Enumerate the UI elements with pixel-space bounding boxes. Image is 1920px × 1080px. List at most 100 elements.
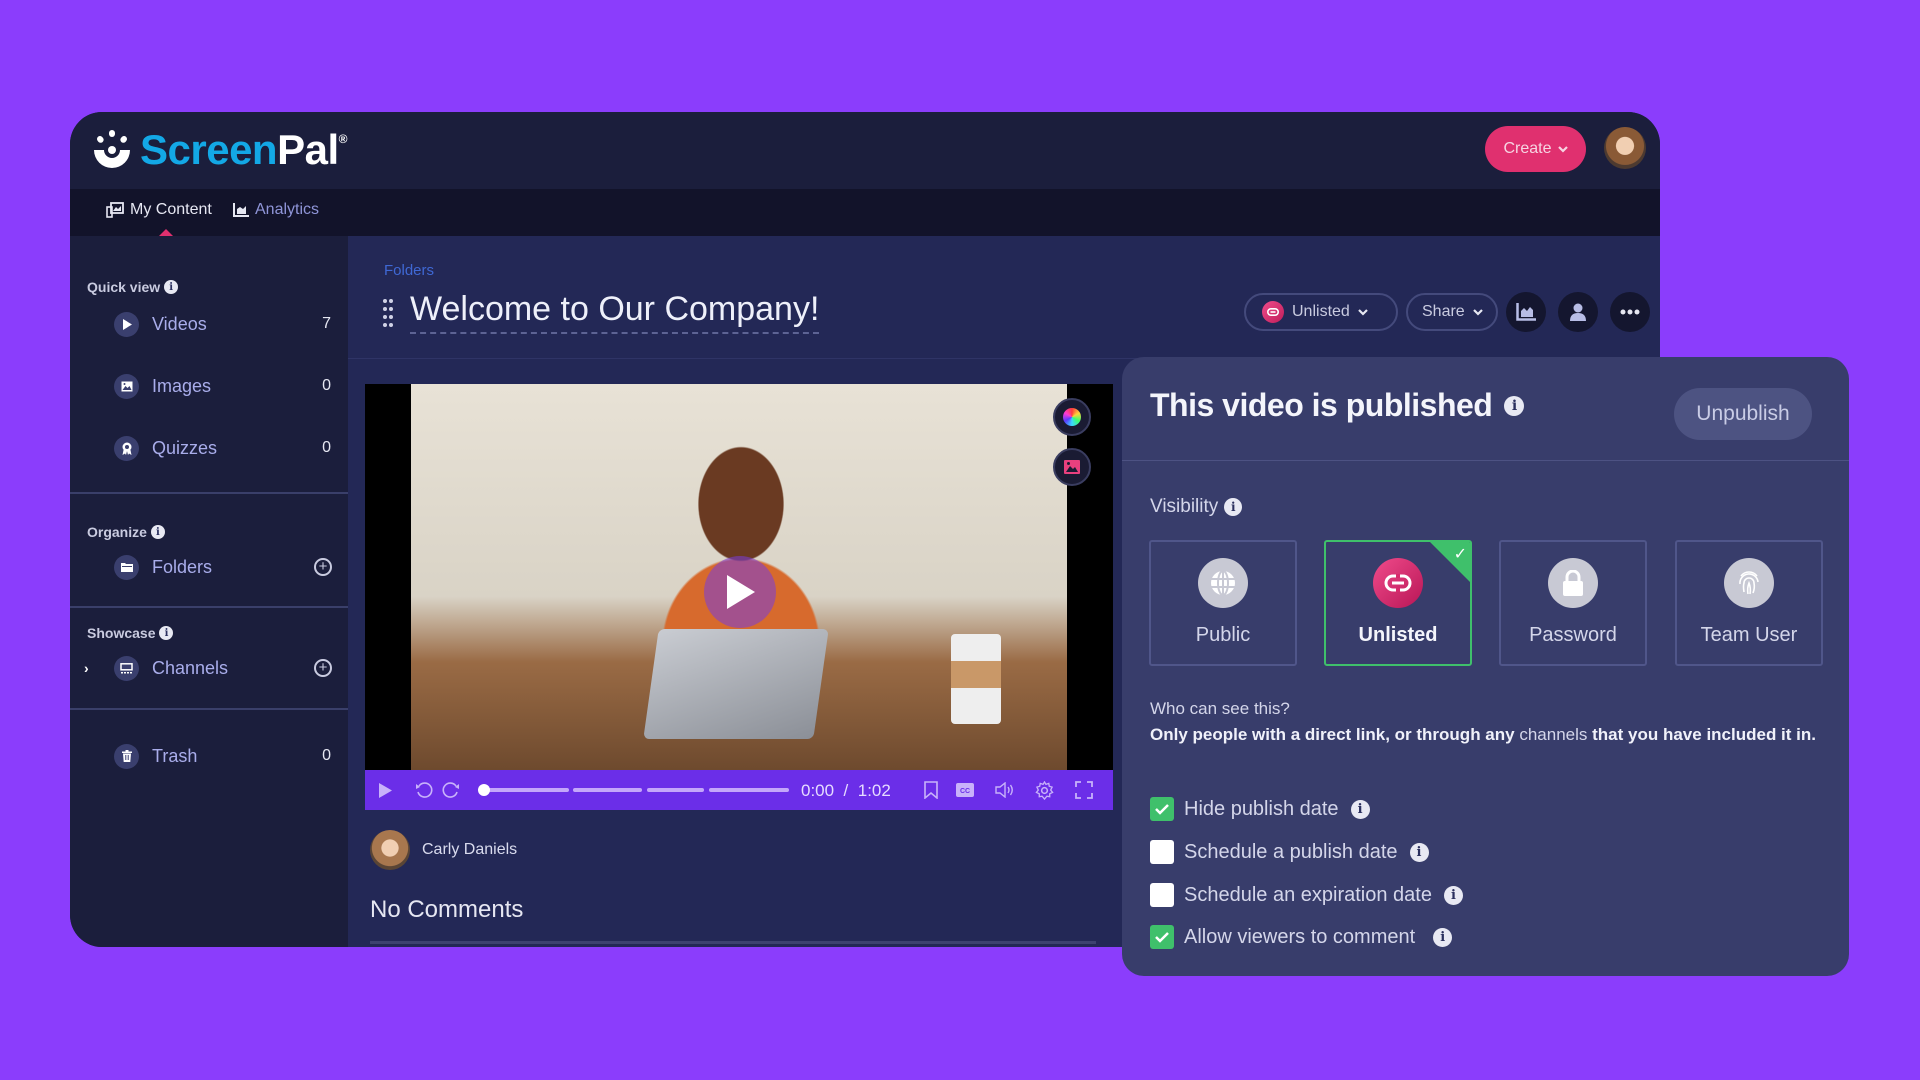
link-icon (1373, 558, 1423, 608)
play-button[interactable] (373, 770, 397, 810)
duration: 1:02 (857, 781, 891, 800)
sidebar-item-label: Quizzes (152, 437, 218, 458)
play-overlay-button[interactable] (704, 556, 776, 628)
user-icon (1570, 303, 1586, 321)
channels-link[interactable]: channels (1519, 725, 1587, 744)
user-avatar[interactable] (1604, 127, 1646, 169)
tab-my-content[interactable]: My Content (106, 201, 212, 219)
drag-handle-icon[interactable] (382, 298, 394, 328)
info-icon[interactable]: i (1350, 799, 1370, 819)
sidebar-item-quizzes[interactable]: Quizzes 0 (70, 428, 348, 468)
tab-analytics[interactable]: Analytics (233, 201, 319, 219)
info-icon[interactable]: i (1224, 498, 1243, 516)
chapter-segment (573, 788, 642, 792)
visibility-option-password[interactable]: Password (1499, 540, 1647, 666)
main-nav: My Content Analytics (70, 189, 1660, 237)
color-adjust-button[interactable] (1053, 398, 1091, 436)
volume-button[interactable] (993, 770, 1017, 810)
chevron-right-icon[interactable]: › (84, 660, 89, 676)
video-title[interactable]: Welcome to Our Company! (410, 290, 820, 334)
sidebar-item-label: Videos (152, 313, 207, 334)
add-folder-button[interactable]: + (314, 558, 332, 576)
allow-comments-checkbox[interactable] (1150, 925, 1174, 949)
sidebar-item-trash[interactable]: Trash 0 (70, 736, 348, 776)
option-label: Schedule a publish date (1184, 840, 1398, 863)
seek-bar[interactable] (478, 784, 789, 796)
my-content-icon (106, 202, 124, 218)
option-label: Password (1529, 624, 1617, 646)
more-icon (1620, 309, 1640, 315)
user-permissions-button[interactable] (1558, 292, 1598, 332)
option-label: Allow viewers to comment (1184, 925, 1416, 948)
author-avatar (370, 830, 410, 870)
thumbnail-button[interactable] (1053, 448, 1091, 486)
sidebar-item-label: Channels (152, 657, 229, 678)
sidebar: Quick view i Videos 7 Images 0 Quizzes 0… (70, 236, 348, 947)
visibility-dropdown[interactable]: Unlisted (1244, 293, 1398, 331)
more-options-button[interactable] (1610, 292, 1650, 332)
schedule-publish-date-checkbox[interactable] (1150, 840, 1174, 864)
panel-divider (1122, 460, 1849, 461)
player-controls: 0:00 / 1:02 CC (365, 770, 1113, 810)
sidebar-item-folders[interactable]: Folders + (70, 547, 348, 587)
share-dropdown[interactable]: Share (1406, 293, 1498, 331)
answer-text: that you have included it in. (1592, 725, 1816, 744)
rewind-button[interactable] (413, 770, 435, 810)
visibility-option-team-user[interactable]: Team User (1675, 540, 1823, 666)
section-title: Organize (87, 524, 147, 540)
svg-text:CC: CC (960, 788, 970, 795)
info-icon[interactable]: i (150, 525, 165, 539)
hide-publish-date-option[interactable]: Hide publish date i (1150, 797, 1370, 821)
time-separator: / (843, 781, 849, 800)
info-icon[interactable]: i (1504, 395, 1525, 416)
bookmark-icon (924, 781, 938, 799)
info-icon[interactable]: i (164, 280, 179, 294)
sidebar-item-videos[interactable]: Videos 7 (70, 304, 348, 344)
thumbnail-cup (951, 634, 1001, 724)
time-display: 0:00 / 1:02 (801, 781, 891, 801)
analytics-button[interactable] (1506, 292, 1546, 332)
chapter-segment (482, 788, 569, 792)
fingerprint-icon (1724, 558, 1774, 608)
unpublish-button[interactable]: Unpublish (1674, 388, 1812, 440)
checkmark-icon (1155, 932, 1169, 943)
add-channel-button[interactable]: + (314, 659, 332, 677)
info-icon[interactable]: i (1433, 927, 1453, 947)
seek-handle[interactable] (478, 784, 490, 796)
breadcrumb-folders[interactable]: Folders (384, 262, 434, 279)
analytics-icon (1516, 303, 1536, 321)
sidebar-item-images[interactable]: Images 0 (70, 366, 348, 406)
who-can-see-question: Who can see this? (1150, 699, 1290, 718)
captions-button[interactable]: CC (953, 770, 977, 810)
author-name: Carly Daniels (422, 841, 518, 858)
video-player[interactable] (365, 384, 1113, 770)
author: Carly Daniels (370, 830, 517, 870)
comments-heading: No Comments (370, 896, 524, 923)
sidebar-item-label: Folders (152, 556, 213, 577)
fullscreen-button[interactable] (1072, 770, 1096, 810)
channels-icon (114, 655, 139, 681)
logo[interactable]: ScreenPal® (90, 126, 348, 174)
rewind-icon (416, 782, 433, 798)
visibility-option-public[interactable]: Public (1149, 540, 1297, 666)
bookmark-button[interactable] (920, 770, 942, 810)
comments-divider (370, 941, 1096, 944)
visibility-option-unlisted[interactable]: ✓ Unlisted (1324, 540, 1472, 666)
schedule-expiration-date-option[interactable]: Schedule an expiration date i (1150, 883, 1463, 907)
forward-button[interactable] (440, 770, 462, 810)
info-icon[interactable]: i (1409, 842, 1429, 862)
allow-comments-option[interactable]: Allow viewers to comment i (1150, 925, 1453, 949)
option-label: Team User (1700, 624, 1798, 646)
sidebar-item-channels[interactable]: › Channels + (70, 648, 348, 688)
info-icon[interactable]: i (159, 626, 174, 640)
thumbnail-laptop (643, 629, 829, 739)
info-icon[interactable]: i (1443, 885, 1463, 905)
schedule-publish-date-option[interactable]: Schedule a publish date i (1150, 840, 1429, 864)
hide-publish-date-checkbox[interactable] (1150, 797, 1174, 821)
image-icon (1064, 460, 1080, 474)
share-label: Share (1422, 303, 1465, 320)
schedule-expiration-date-checkbox[interactable] (1150, 883, 1174, 907)
settings-button[interactable] (1032, 770, 1056, 810)
organize-heading: Organize i (87, 524, 165, 540)
create-button[interactable]: Create (1485, 126, 1586, 172)
